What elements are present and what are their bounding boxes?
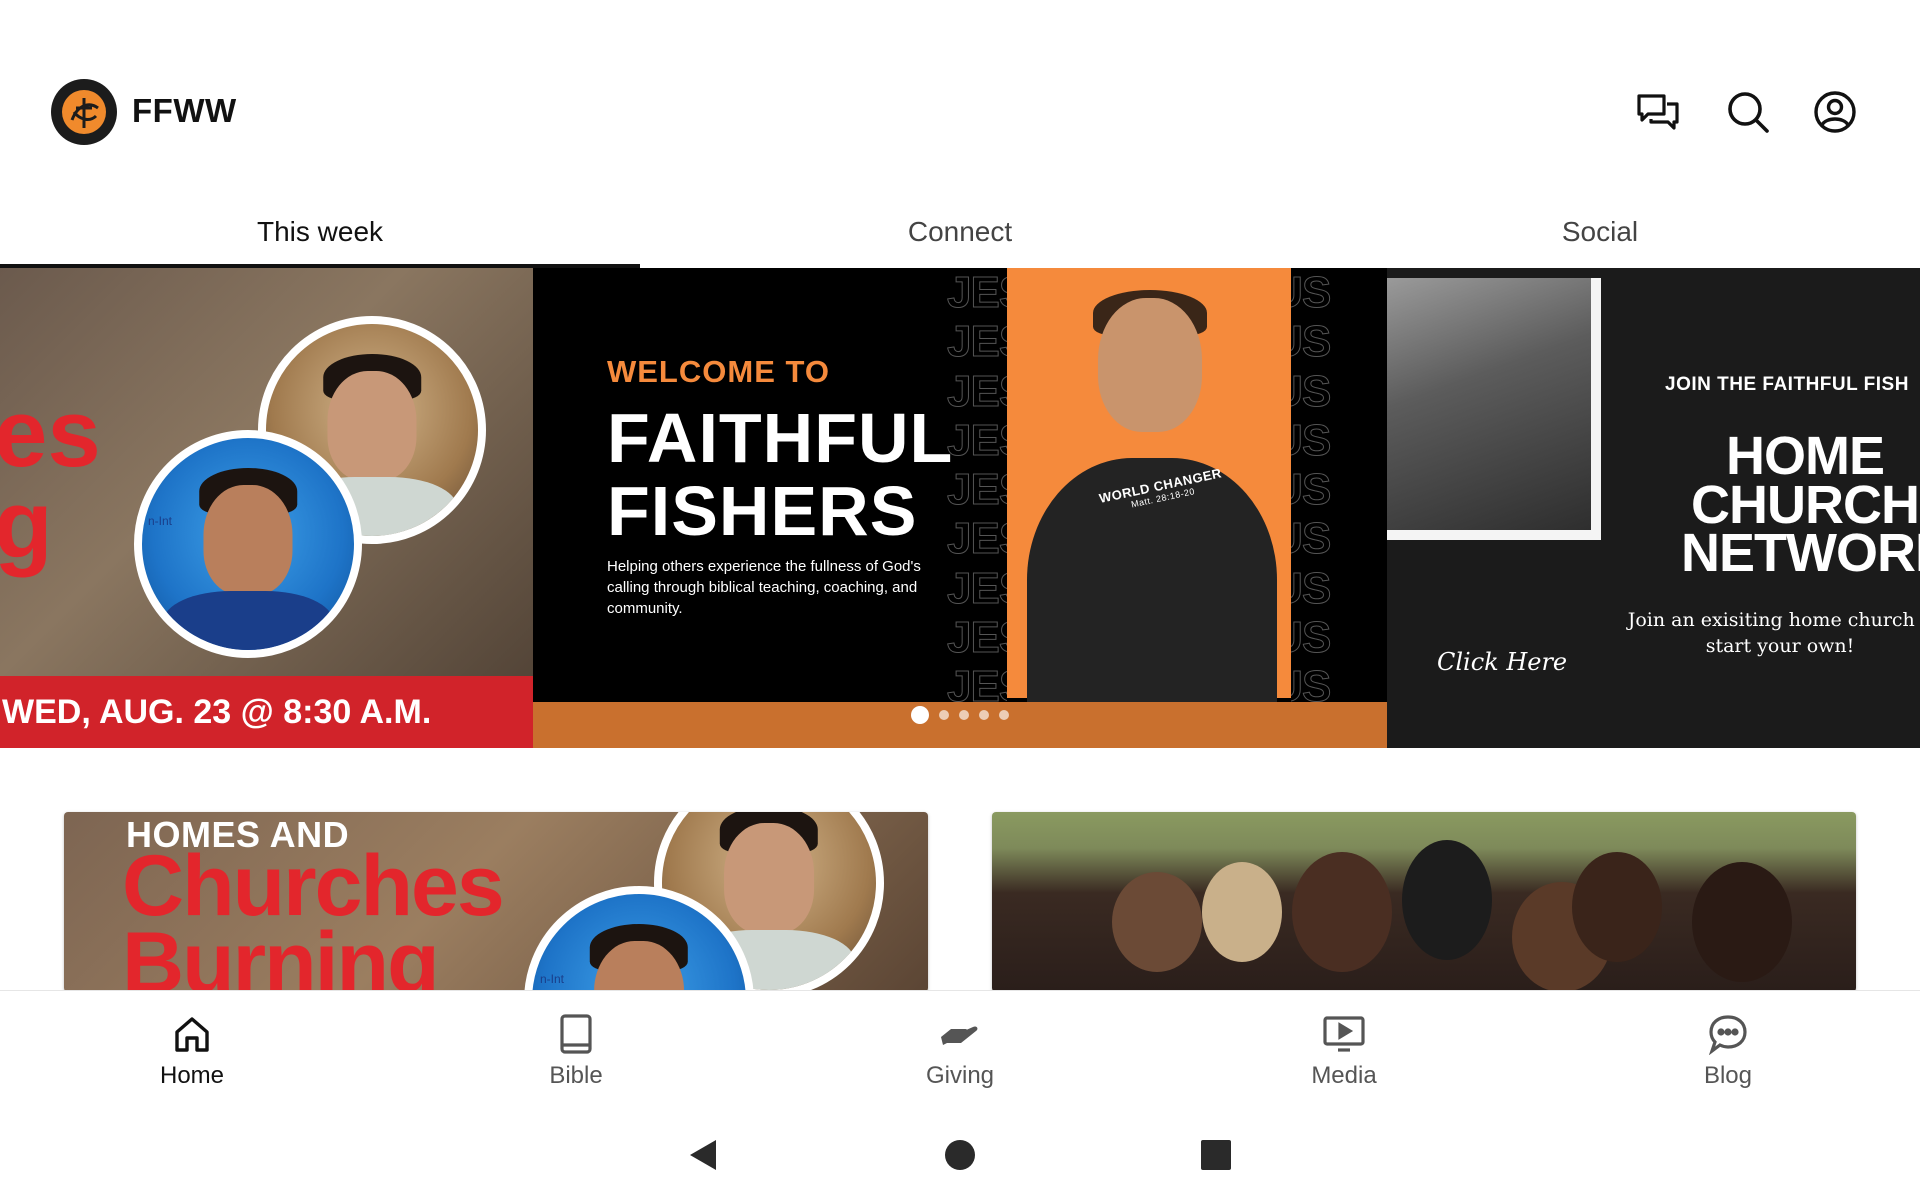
jesus-pattern-line: JESUS	[947, 366, 1007, 416]
home-circle-icon	[945, 1140, 975, 1170]
nav-label: Home	[159, 1061, 225, 1089]
jesus-pattern-line: JESUS	[947, 268, 1007, 318]
slide-title-line: NETWORI	[1681, 523, 1920, 584]
slide-kicker: JOIN THE FAITHFUL FISH	[1665, 374, 1909, 395]
search-icon[interactable]	[1724, 88, 1772, 136]
tab-label: This week	[256, 216, 384, 247]
page-dot[interactable]	[979, 710, 989, 720]
slide-title-line: FAITHFUL	[607, 399, 954, 477]
nav-label: Giving	[925, 1061, 995, 1089]
tab-connect[interactable]: Connect	[640, 196, 1280, 268]
crowd-figure	[1402, 840, 1492, 960]
speaker-photo: n-Int	[134, 430, 362, 658]
jesus-pattern-line: JESUS	[1291, 514, 1332, 564]
slide-title: HOME CHURCH NETWORI	[1681, 426, 1920, 584]
slide-home-church[interactable]: JOIN THE FAITHFUL FISH HOME CHURCH NETWO…	[1387, 268, 1920, 748]
home-button[interactable]	[943, 1138, 977, 1172]
slide-title-line: HOME	[1725, 426, 1885, 486]
crowd-figure	[1572, 852, 1662, 962]
jesus-pattern-line: JESUS	[1291, 366, 1332, 416]
jesus-pattern-line: JESUS	[947, 612, 1007, 662]
tab-label: Social	[1561, 216, 1639, 247]
jesus-pattern-line: JESUS	[1291, 317, 1332, 367]
nav-giving[interactable]: Giving	[870, 991, 1050, 1110]
app-title: FFWW	[132, 92, 237, 129]
nav-home[interactable]: Home	[102, 991, 282, 1110]
nav-label: Media	[1311, 1061, 1377, 1089]
slide-welcome[interactable]: WELCOME TO FAITHFUL FISHERS Helping othe…	[533, 268, 1387, 748]
event-date-banner: WED, AUG. 23 @ 8:30 A.M.	[0, 676, 533, 748]
jesus-pattern-line: JESUS	[947, 317, 1007, 367]
nav-label: Bible	[549, 1061, 603, 1089]
badge-text: n-Int	[540, 972, 565, 986]
tab-bar: This week Connect Social	[0, 196, 1920, 268]
jesus-pattern-line: JESUS	[1291, 415, 1332, 465]
home-icon	[170, 1012, 214, 1056]
tab-social[interactable]: Social	[1280, 196, 1920, 268]
page-dot[interactable]	[999, 710, 1009, 720]
tab-this-week[interactable]: This week	[0, 196, 640, 268]
page-dot[interactable]	[959, 710, 969, 720]
recents-square-icon	[1201, 1140, 1231, 1170]
featured-carousel[interactable]: es g n-Int WED, AUG. 23 @ 8:30 A.M. WELCO…	[0, 268, 1920, 748]
nav-blog[interactable]: Blog	[1638, 991, 1818, 1110]
presenter-face	[1098, 298, 1202, 432]
slide-title-line: CHURCH	[1691, 474, 1920, 535]
card-title-line: Burning	[122, 915, 440, 992]
crowd-figure	[1202, 862, 1282, 962]
system-navigation-bar	[0, 1110, 1920, 1200]
bottom-navigation: Home Bible Giving Media Blog	[0, 990, 1920, 1110]
slide-title: FAITHFUL FISHERS	[607, 402, 953, 548]
jesus-pattern-line: JESUS	[947, 514, 1007, 564]
fish-cross-icon	[70, 98, 99, 128]
chat-bubble-icon	[1706, 1012, 1750, 1056]
chat-icon[interactable]	[1634, 88, 1682, 136]
jesus-pattern-line: JESUS	[947, 465, 1007, 515]
nav-bible[interactable]: Bible	[486, 991, 666, 1110]
app-header: FFWW	[0, 0, 1920, 190]
page-dot[interactable]	[939, 710, 949, 720]
slide-kicker: WELCOME TO	[607, 354, 830, 389]
slide-title-line: FISHERS	[607, 471, 918, 550]
jesus-pattern-line: JESUS	[1291, 612, 1332, 662]
crowd-figure	[1112, 872, 1202, 972]
jesus-pattern-line: JESUS	[1291, 268, 1332, 318]
slide-subtitle: Join an exisiting home church o start yo…	[1627, 609, 1920, 657]
jesus-pattern: JESUSJESUSJESUSJESUSJESUSJESUSJESUSJESUS…	[1291, 268, 1387, 711]
tab-label: Connect	[907, 216, 1013, 247]
click-here-link[interactable]: Click Here	[1437, 648, 1567, 676]
recents-button[interactable]	[1199, 1138, 1233, 1172]
jesus-pattern-line: JESUS	[1291, 563, 1332, 613]
group-photo	[1387, 278, 1601, 540]
jesus-pattern-line: JESUS	[1291, 465, 1332, 515]
card-prayer-gathering[interactable]	[992, 812, 1856, 992]
jesus-pattern-line: JESUS	[947, 415, 1007, 465]
nav-label: Blog	[1703, 1061, 1753, 1089]
card-homes-churches-burning[interactable]: HOMES AND Churches Burning n-Int	[64, 812, 928, 992]
slide-description: Helping others experience the fullness o…	[607, 558, 921, 617]
giving-hand-icon	[938, 1012, 982, 1056]
slide-left-title: es g	[0, 380, 101, 579]
book-icon	[554, 1012, 598, 1056]
card-title: Churches Burning	[122, 838, 505, 992]
back-button[interactable]	[686, 1138, 720, 1172]
slide-footer-bar	[533, 702, 1387, 748]
crowd-figure	[1692, 862, 1792, 982]
page-dot[interactable]	[911, 706, 929, 724]
logo-mark	[62, 90, 106, 134]
jesus-pattern: JESUSJESUSJESUSJESUSJESUSJESUSJESUSJESUS…	[947, 268, 1007, 711]
account-icon[interactable]	[1811, 88, 1859, 136]
crowd-figure	[1292, 852, 1392, 972]
slide-previous[interactable]: es g n-Int WED, AUG. 23 @ 8:30 A.M.	[0, 268, 533, 748]
carousel-pagination	[533, 706, 1387, 724]
nav-media[interactable]: Media	[1254, 991, 1434, 1110]
back-triangle-icon	[690, 1140, 716, 1170]
card-title-line: Churches	[122, 838, 505, 934]
badge-text: n-Int	[148, 514, 173, 528]
media-play-icon	[1322, 1012, 1366, 1056]
faithful-fishers-logo-icon[interactable]	[51, 79, 117, 145]
jesus-pattern-line: JESUS	[947, 563, 1007, 613]
